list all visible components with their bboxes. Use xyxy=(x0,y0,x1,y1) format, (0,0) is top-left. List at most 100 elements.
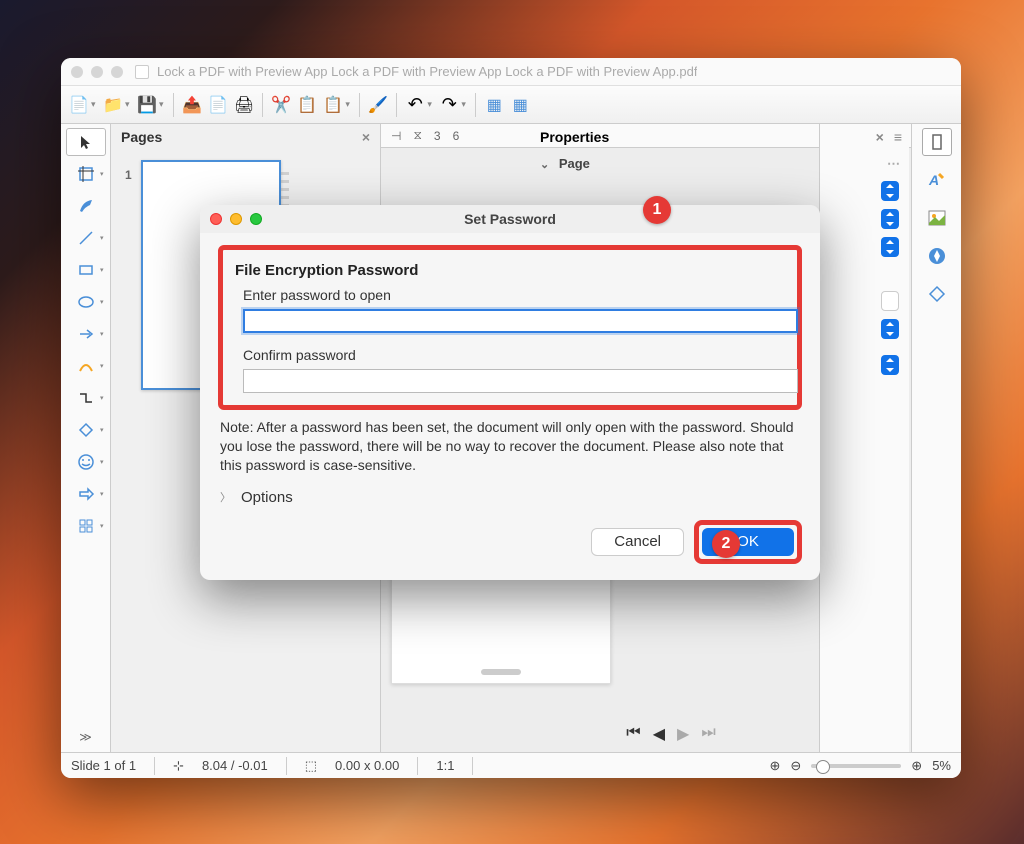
first-slide-icon[interactable]: ⏮ xyxy=(626,724,640,744)
navigator-icon[interactable] xyxy=(922,242,952,270)
snap-grid-button[interactable]: ▦ xyxy=(508,91,532,119)
window-controls xyxy=(71,66,123,78)
hourglass-icon: ⧖ xyxy=(413,128,421,143)
svg-text:A: A xyxy=(928,172,939,188)
encryption-section-title: File Encryption Password xyxy=(235,262,785,279)
chevron-right-icon: 〉 xyxy=(220,489,231,505)
dialog-close-icon[interactable] xyxy=(210,213,222,225)
pen-tool[interactable] xyxy=(66,192,106,220)
main-toolbar: 📄▾ 📁▾ 💾▾ 📤 📄 🖨 ✂️ 📋 📋▾ 🖌️ ↶▾ ↷▾ ▦ ▦ xyxy=(61,86,961,124)
page-section[interactable]: ⌄ Page ⋯ xyxy=(530,150,910,177)
page-section-label: Page xyxy=(559,156,590,171)
selection-tool[interactable] xyxy=(66,128,106,156)
page-number-label: 1 xyxy=(125,168,132,182)
properties-panel: Properties × ≡ ⌄ Page ⋯ xyxy=(819,124,909,752)
basic-shapes-tool[interactable]: ▾ xyxy=(66,416,106,444)
annotation-frame-2: OK xyxy=(694,520,802,564)
new-button[interactable]: 📄 xyxy=(67,91,91,119)
annotation-frame-1: File Encryption Password Enter password … xyxy=(218,245,802,410)
slide-indicator: Slide 1 of 1 xyxy=(71,758,136,773)
save-button[interactable]: 💾 xyxy=(135,91,159,119)
expand-toolbar-icon[interactable]: ≫ xyxy=(79,730,92,744)
shapes-icon[interactable] xyxy=(922,280,952,308)
size-icon: ⬚ xyxy=(305,758,317,774)
property-stepper[interactable] xyxy=(881,209,899,229)
property-field[interactable] xyxy=(881,291,899,311)
zoom-slider[interactable] xyxy=(811,764,901,768)
zoom-in-icon[interactable]: ⊕ xyxy=(911,758,922,774)
close-pages-icon[interactable]: × xyxy=(362,129,370,145)
minimize-window-icon[interactable] xyxy=(91,66,103,78)
options-disclosure[interactable]: 〉 Options xyxy=(218,485,802,520)
annotation-callout-2: 2 xyxy=(712,530,740,558)
property-stepper[interactable] xyxy=(881,319,899,339)
properties-title: Properties xyxy=(540,129,609,145)
properties-menu-icon[interactable]: ≡ xyxy=(894,129,900,145)
property-stepper[interactable] xyxy=(881,237,899,257)
dialog-titlebar: Set Password xyxy=(200,205,820,233)
copy-button[interactable]: 📋 xyxy=(295,91,319,119)
curve-tool[interactable]: ▾ xyxy=(66,352,106,380)
maximize-window-icon[interactable] xyxy=(111,66,123,78)
slide-canvas[interactable] xyxy=(391,574,611,684)
paste-button[interactable]: 📋 xyxy=(321,91,345,119)
symbol-tool[interactable]: ▾ xyxy=(66,448,106,476)
property-stepper[interactable] xyxy=(881,355,899,375)
ellipse-tool[interactable]: ▾ xyxy=(66,288,106,316)
connector-tool[interactable]: ▾ xyxy=(66,384,106,412)
open-button[interactable]: 📁 xyxy=(101,91,125,119)
dialog-maximize-icon[interactable] xyxy=(250,213,262,225)
properties-icon[interactable] xyxy=(922,128,952,156)
clone-format-button[interactable]: 🖌️ xyxy=(366,91,390,119)
zoom-out-icon[interactable]: ⊖ xyxy=(790,758,801,774)
print-button[interactable]: 🖨 xyxy=(232,91,256,119)
close-properties-icon[interactable]: × xyxy=(876,129,884,145)
cursor-coords: 8.04 / -0.01 xyxy=(202,758,268,773)
styles-icon[interactable]: A xyxy=(922,166,952,194)
password-note: Note: After a password has been set, the… xyxy=(218,418,802,485)
pages-panel-header: Pages × xyxy=(111,124,380,150)
undo-button[interactable]: ↶ xyxy=(403,91,427,119)
ruler-mark: 6 xyxy=(453,129,460,143)
options-label: Options xyxy=(241,489,293,506)
dialog-title: Set Password xyxy=(200,211,820,227)
prev-slide-icon[interactable]: ◀ xyxy=(653,724,665,744)
selection-size: 0.00 x 0.00 xyxy=(335,758,399,773)
grid-button[interactable]: ▦ xyxy=(482,91,506,119)
dialog-minimize-icon[interactable] xyxy=(230,213,242,225)
cut-button[interactable]: ✂️ xyxy=(269,91,293,119)
right-toolbar: A xyxy=(911,124,961,752)
scale-ratio[interactable]: 1:1 xyxy=(436,758,454,773)
arrow-tool[interactable]: ▾ xyxy=(66,320,106,348)
line-tool[interactable]: ▾ xyxy=(66,224,106,252)
close-window-icon[interactable] xyxy=(71,66,83,78)
properties-header: Properties × ≡ xyxy=(530,124,910,150)
statusbar: Slide 1 of 1 ⊹ 8.04 / -0.01 ⬚ 0.00 x 0.0… xyxy=(61,752,961,778)
enter-password-input[interactable] xyxy=(243,309,798,333)
last-slide-icon[interactable]: ⏭ xyxy=(701,724,715,744)
gallery-icon[interactable] xyxy=(922,204,952,232)
crop-tool[interactable]: ▾ xyxy=(66,160,106,188)
cancel-button[interactable]: Cancel xyxy=(591,528,684,556)
property-stepper[interactable] xyxy=(881,181,899,201)
fit-page-icon[interactable]: ⊕ xyxy=(769,758,780,774)
position-icon: ⊹ xyxy=(173,758,184,774)
rectangle-tool[interactable]: ▾ xyxy=(66,256,106,284)
redo-button[interactable]: ↷ xyxy=(437,91,461,119)
titlebar: Lock a PDF with Preview App Lock a PDF w… xyxy=(61,58,961,86)
tab-icon: ⊣ xyxy=(391,129,401,143)
pages-panel-title: Pages xyxy=(121,129,162,145)
annotation-callout-1: 1 xyxy=(643,196,671,224)
flowchart-tool[interactable]: ▾ xyxy=(66,512,106,540)
block-arrow-tool[interactable]: ▾ xyxy=(66,480,106,508)
export-button[interactable]: 📤 xyxy=(180,91,204,119)
confirm-password-input[interactable] xyxy=(243,369,798,393)
slide-navigation: ⏮ ◀ ▶ ⏭ xyxy=(626,724,715,744)
left-toolbar: ▾ ▾ ▾ ▾ ▾ ▾ ▾ ▾ ▾ ▾ ▾ ≫ xyxy=(61,124,111,752)
window-title: Lock a PDF with Preview App Lock a PDF w… xyxy=(157,64,697,79)
zoom-level[interactable]: 5% xyxy=(932,758,951,773)
ruler-mark: 3 xyxy=(434,129,441,143)
export-pdf-button[interactable]: 📄 xyxy=(206,91,230,119)
enter-password-label: Enter password to open xyxy=(243,287,785,303)
next-slide-icon[interactable]: ▶ xyxy=(677,724,689,744)
